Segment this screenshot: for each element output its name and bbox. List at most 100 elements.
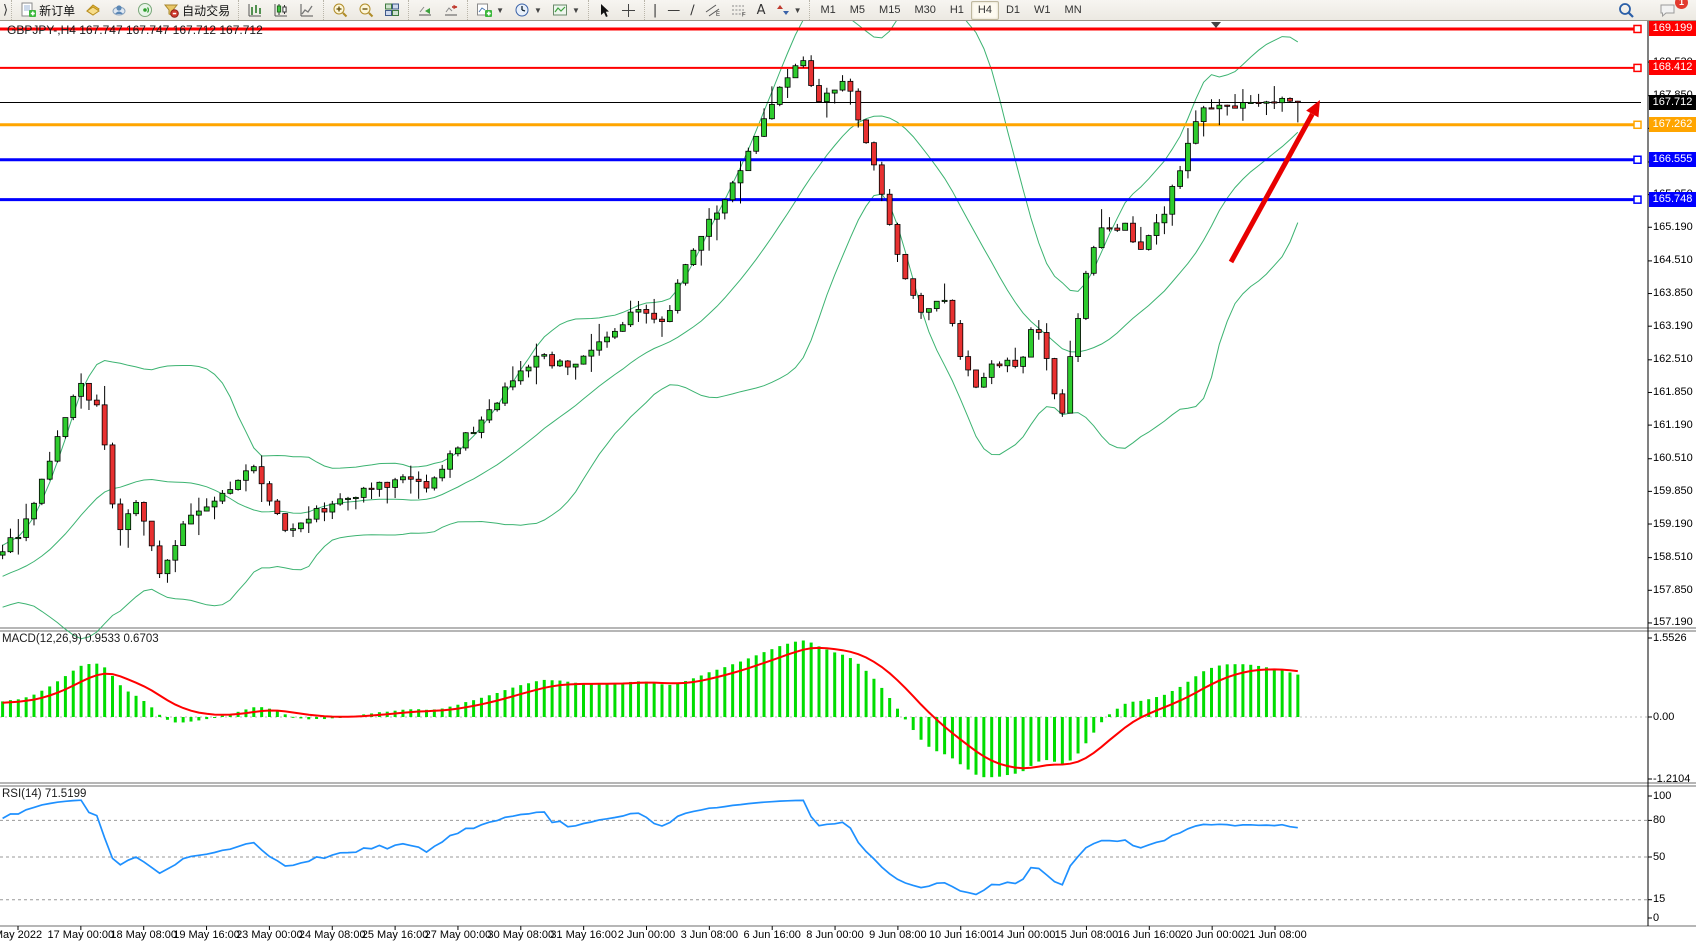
x-axis-label: 19 May 16:00	[173, 929, 240, 941]
cursor-button[interactable]	[592, 0, 616, 21]
candle	[934, 301, 939, 308]
chart-shift-button[interactable]	[438, 0, 464, 21]
level-line-handle[interactable]	[1634, 25, 1641, 32]
macd-bar	[417, 709, 420, 717]
timeframe-w1-button[interactable]: W1	[1027, 1, 1058, 20]
candle	[573, 364, 578, 367]
candle	[440, 469, 445, 478]
price-level-badge: 168.412	[1649, 60, 1696, 75]
x-axis-label: 16 Jun 16:00	[1117, 929, 1181, 941]
objects-group: | — ∕ E F A	[644, 0, 810, 20]
timeframe-d1-button[interactable]: D1	[999, 1, 1027, 20]
macd-bar	[48, 686, 51, 717]
macd-bar	[33, 695, 36, 717]
candle	[1076, 318, 1081, 356]
horizontal-line-button[interactable]: —	[662, 0, 685, 21]
fibonacci-button[interactable]: F	[726, 0, 752, 21]
candle	[361, 488, 366, 497]
timeframe-h1-button[interactable]: H1	[943, 1, 971, 20]
text-tool-button[interactable]: A	[752, 0, 771, 21]
chart-shift-marker[interactable]	[1211, 22, 1221, 28]
macd-bar	[912, 717, 915, 730]
candle-chart-button[interactable]	[268, 0, 294, 21]
candle	[1115, 228, 1120, 230]
line-chart-button[interactable]	[294, 0, 320, 21]
macd-bar	[1249, 665, 1252, 717]
zoom-out-button[interactable]	[353, 0, 379, 21]
candle	[463, 433, 468, 448]
notifications-button[interactable]: 1	[1654, 0, 1682, 21]
trendline-button[interactable]: ∕	[685, 0, 699, 21]
crosshair-button[interactable]	[616, 0, 641, 21]
timeframe-mn-button[interactable]: MN	[1058, 1, 1089, 20]
bar-chart-button[interactable]	[242, 0, 268, 21]
bollinger-band	[3, 0, 1298, 545]
price-level-badge: 165.748	[1649, 192, 1696, 207]
candle	[1052, 359, 1057, 394]
level-line-handle[interactable]	[1634, 196, 1641, 203]
macd-bar	[668, 685, 671, 717]
macd-bar	[574, 683, 577, 717]
macd-bar	[661, 684, 664, 717]
level-line-handle[interactable]	[1634, 121, 1641, 128]
toolbar-drag-handle-icon[interactable]: ⟩	[3, 3, 8, 18]
macd-bar	[1077, 717, 1080, 753]
price-level-badge: 166.555	[1649, 152, 1696, 167]
level-line-handle[interactable]	[1634, 64, 1641, 71]
x-axis-label: 20 Jun 00:00	[1180, 929, 1244, 941]
market-button[interactable]	[80, 0, 106, 21]
periods-button[interactable]: ▼	[509, 0, 547, 21]
templates-button[interactable]: ▼	[547, 0, 585, 21]
candle	[809, 61, 814, 86]
timeframe-m15-button[interactable]: M15	[872, 1, 907, 20]
auto-scroll-button[interactable]	[412, 0, 438, 21]
macd-bar	[841, 655, 844, 717]
candle	[730, 183, 735, 200]
indicators-button[interactable]: ▼	[471, 0, 509, 21]
timeframe-m5-button[interactable]: M5	[843, 1, 872, 20]
notification-badge: 1	[1675, 0, 1688, 9]
candle	[1021, 357, 1026, 366]
candle	[32, 503, 37, 519]
vertical-line-button[interactable]: |	[648, 0, 662, 21]
macd-bar	[645, 682, 648, 717]
arrows-tool-button[interactable]: ▼	[771, 0, 807, 21]
candle	[628, 312, 633, 325]
tile-windows-button[interactable]	[379, 0, 405, 21]
text-tool-icon: A	[757, 3, 766, 18]
rsi-indicator-label: RSI(14) 71.5199	[2, 788, 86, 800]
candle	[0, 552, 5, 555]
timeframe-h4-button[interactable]: H4	[971, 1, 999, 20]
timeframe-m30-button[interactable]: M30	[907, 1, 942, 20]
community-button[interactable]	[106, 0, 132, 21]
x-axis-label: 10 Jun 16:00	[929, 929, 993, 941]
macd-bar	[292, 717, 295, 718]
new-order-button[interactable]: 新订单	[15, 0, 80, 21]
candle	[212, 501, 217, 507]
indicators-dropdown-icon: ▼	[496, 6, 504, 15]
fibonacci-icon: F	[731, 3, 747, 17]
level-line-handle[interactable]	[1634, 156, 1641, 163]
trend-arrow-line[interactable]	[1231, 114, 1312, 262]
channel-button[interactable]: E	[700, 0, 726, 21]
signals-button[interactable]	[132, 0, 158, 21]
candle	[1138, 242, 1143, 250]
macd-bar	[150, 707, 153, 717]
timeframe-m1-button[interactable]: M1	[813, 1, 842, 20]
x-axis-label: 25 May 16:00	[362, 929, 429, 941]
autotrade-icon	[163, 2, 179, 18]
macd-bar	[606, 683, 609, 717]
candle-chart-icon	[273, 2, 289, 18]
search-button[interactable]	[1613, 0, 1640, 21]
macd-bar	[810, 643, 813, 717]
zoom-in-button[interactable]	[327, 0, 353, 21]
candle	[871, 143, 876, 165]
autotrade-button[interactable]: 自动交易	[158, 0, 235, 21]
candle	[479, 420, 484, 432]
rsi-scale-label: 80	[1653, 814, 1665, 826]
insert-group: ▼ ▼ ▼	[467, 0, 588, 20]
macd-scale-label: 0.00	[1653, 711, 1674, 723]
macd-bar	[990, 717, 993, 777]
candle	[856, 91, 861, 120]
chart-canvas[interactable]	[0, 0, 1696, 944]
